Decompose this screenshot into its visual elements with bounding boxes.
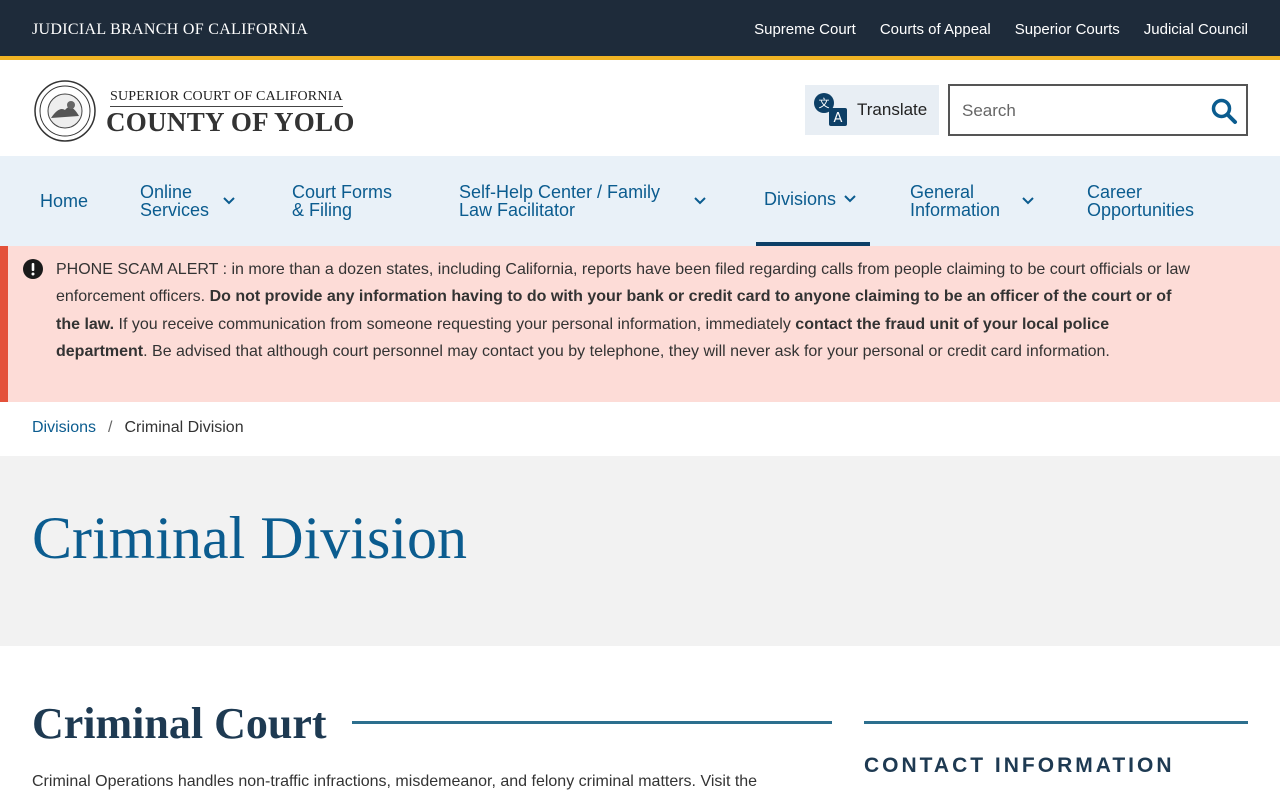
scam-alert-banner: PHONE SCAM ALERT : in more than a dozen … <box>0 246 1280 402</box>
search-icon[interactable] <box>1210 97 1238 125</box>
nav-court-forms-label: Court Forms & Filing <box>292 182 393 220</box>
section-divider <box>352 721 832 724</box>
nav-online-services[interactable]: Online Services <box>140 156 235 246</box>
breadcrumb-separator: / <box>108 419 113 436</box>
nav-divisions-label: Divisions <box>764 189 837 209</box>
judicial-branch-bar: JUDICIAL BRANCH OF CALIFORNIA Supreme Co… <box>0 0 1280 60</box>
svg-text:A: A <box>834 111 843 126</box>
section-title: Criminal Court <box>32 699 327 748</box>
site-header: SUPERIOR COURT OF CALIFORNIA COUNTY OF Y… <box>0 64 1280 156</box>
main-nav: Home Online Services Court Forms & Filing … <box>0 156 1280 246</box>
link-superior-courts[interactable]: Superior Courts <box>1015 21 1120 38</box>
nav-career-opportunities[interactable]: Career Opportunities <box>1087 156 1194 246</box>
chevron-down-icon <box>844 195 856 203</box>
chevron-down-icon <box>1022 197 1034 205</box>
page-hero: Criminal Division <box>0 456 1280 646</box>
logo-superior-court[interactable]: SUPERIOR COURT OF CALIFORNIA <box>110 89 343 107</box>
page-title: Criminal Division <box>32 505 467 571</box>
judicial-branch-brand[interactable]: JUDICIAL BRANCH OF CALIFORNIA <box>32 21 308 39</box>
translate-button[interactable]: 文 A Translate <box>805 85 939 135</box>
nav-career-opportunities-label: Career Opportunities <box>1087 182 1195 220</box>
sidebar-divider <box>864 721 1248 724</box>
alert-message: PHONE SCAM ALERT : in more than a dozen … <box>56 261 1190 360</box>
breadcrumb-divisions-link[interactable]: Divisions <box>32 419 96 437</box>
court-seal-icon[interactable] <box>33 80 97 142</box>
exclamation-circle-icon <box>23 259 43 279</box>
nav-home-label: Home <box>40 191 89 211</box>
breadcrumb-current: Criminal Division <box>124 419 244 436</box>
link-supreme-court[interactable]: Supreme Court <box>754 21 856 38</box>
chevron-down-icon <box>223 197 235 205</box>
contact-information-heading: CONTACT INFORMATION <box>864 754 1175 777</box>
link-judicial-council[interactable]: Judicial Council <box>1144 21 1248 38</box>
nav-home[interactable]: Home <box>40 156 88 246</box>
chevron-down-icon <box>694 197 706 205</box>
nav-self-help[interactable]: Self-Help Center / Family Law Facilitator <box>459 156 706 246</box>
translate-icon: 文 A <box>814 93 847 126</box>
breadcrumb: Divisions / Criminal Division <box>32 419 244 437</box>
judicial-links: Supreme Court Courts of Appeal Superior … <box>754 21 1248 38</box>
intro-paragraph: Criminal Operations handles non-traffic … <box>32 773 758 790</box>
translate-label: Translate <box>857 100 928 119</box>
svg-text:文: 文 <box>819 96 830 110</box>
search-box <box>948 84 1248 136</box>
search-input[interactable] <box>962 98 1202 124</box>
nav-court-forms[interactable]: Court Forms & Filing <box>292 156 392 246</box>
nav-divisions[interactable]: Divisions <box>756 156 870 246</box>
link-courts-of-appeal[interactable]: Courts of Appeal <box>880 21 991 38</box>
nav-online-services-label: Online Services <box>140 182 210 220</box>
nav-general-information[interactable]: General Information <box>910 156 1034 246</box>
nav-self-help-label: Self-Help Center / Family Law Facilitator <box>459 182 661 220</box>
nav-general-information-label: General Information <box>910 182 1001 220</box>
logo-county[interactable]: COUNTY OF YOLO <box>106 107 355 138</box>
